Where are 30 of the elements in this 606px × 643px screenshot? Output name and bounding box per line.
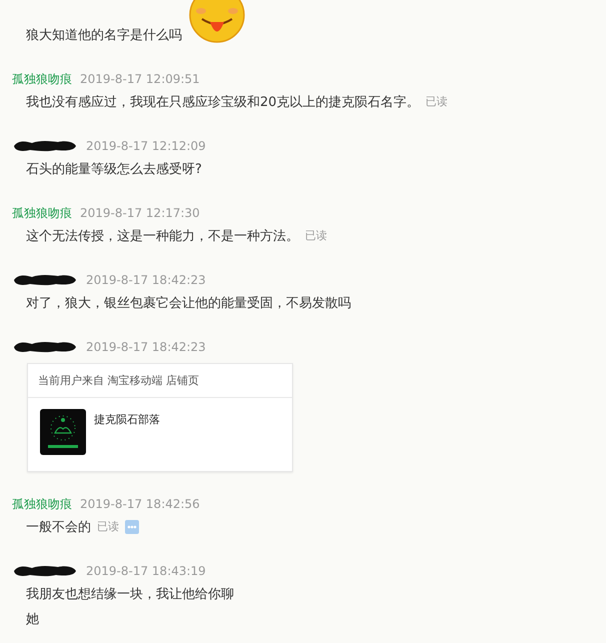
- redacted-name-drawing: [12, 564, 78, 578]
- message-time: 2019-8-17 12:17:30: [80, 206, 200, 220]
- message-text: 对了，狼大，银丝包裹它会让他的能量受固，不易发散吗: [26, 294, 351, 312]
- message-text: 我朋友也想结缘一块，我让他给你聊: [26, 586, 234, 602]
- message-text: 一般不会的: [26, 518, 91, 536]
- message-time: 2019-8-17 18:42:23: [86, 273, 206, 287]
- redacted-name-drawing: [12, 273, 78, 287]
- message-time: 2019-8-17 18:42:56: [80, 497, 200, 511]
- shop-logo: [40, 409, 86, 455]
- sender-name: 孤独狼吻痕: [12, 496, 72, 512]
- message-text: 狼大知道他的名字是什么吗: [26, 26, 182, 44]
- message-time: 2019-8-17 12:09:51: [80, 72, 200, 86]
- message-time: 2019-8-17 18:43:19: [86, 564, 206, 578]
- message-text: 石头的能量等级怎么去感受呀?: [26, 160, 202, 178]
- more-icon[interactable]: [125, 520, 139, 534]
- redacted-name-drawing: [12, 340, 78, 354]
- shop-card[interactable]: 当前用户来自 淘宝移动端 店铺页 捷克陨石部落: [27, 363, 293, 472]
- message-time: 2019-8-17 18:42:23: [86, 340, 206, 354]
- card-source-text: 当前用户来自 淘宝移动端 店铺页: [38, 373, 199, 388]
- read-receipt: 已读: [97, 519, 119, 534]
- sender-name: 孤独狼吻痕: [12, 204, 72, 222]
- sender-name: 孤独狼吻痕: [12, 70, 72, 88]
- read-receipt: 已读: [305, 228, 327, 243]
- read-receipt: 已读: [426, 94, 448, 109]
- redacted-name-drawing: [12, 139, 78, 153]
- shop-name: 捷克陨石部落: [94, 412, 160, 427]
- message-text: 她: [26, 610, 39, 628]
- message-text: 这个无法传授，这是一种能力，不是一种方法。: [26, 228, 299, 244]
- message-time: 2019-8-17 12:12:09: [86, 139, 206, 153]
- message-text: 我也没有感应过，我现在只感应珍宝级和20克以上的捷克陨石名字。: [26, 94, 420, 110]
